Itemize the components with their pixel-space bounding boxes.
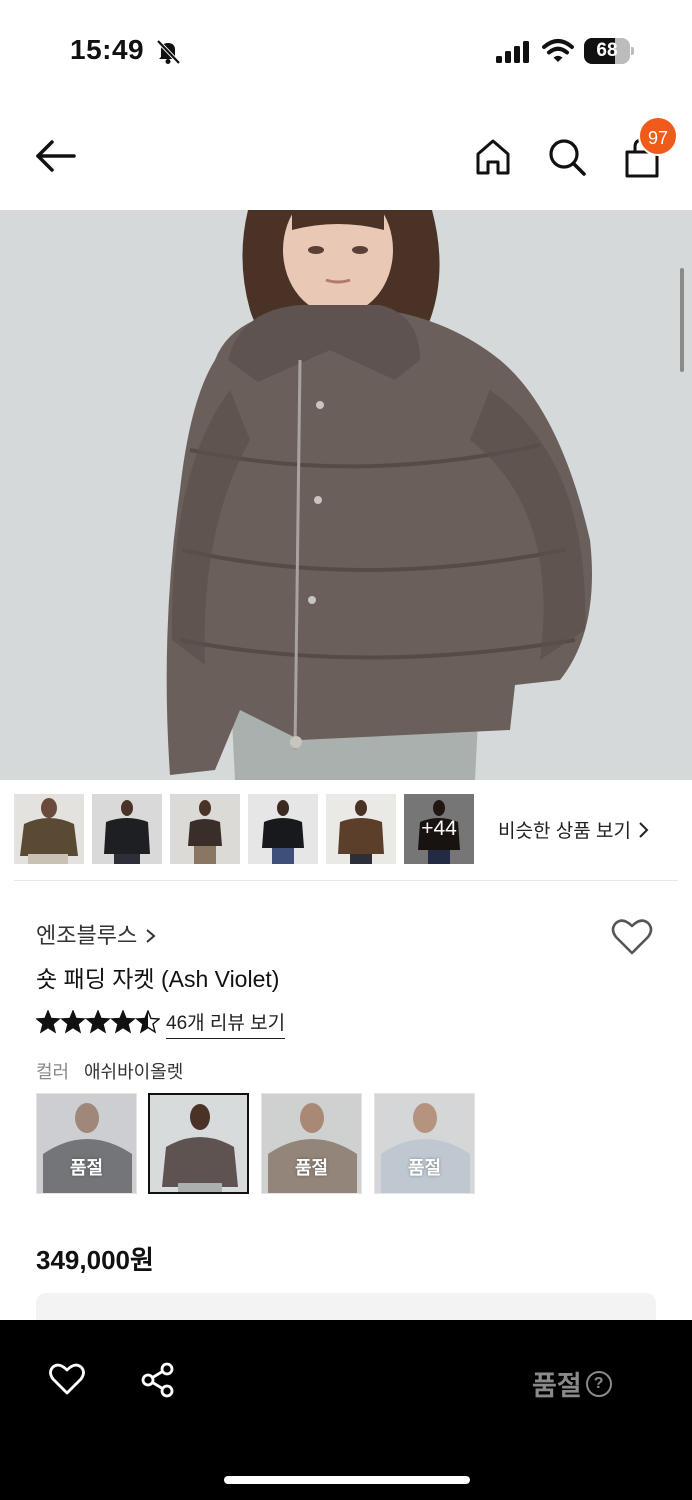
thumbnail-5[interactable] [326,794,396,864]
status-bar: 15:49 68 [0,0,692,100]
soldout-label: 품절 [407,1158,442,1178]
thumbnail-4[interactable] [248,794,318,864]
image-scrollbar[interactable] [680,268,684,372]
home-indicator [224,1476,470,1484]
color-swatch-light-blue[interactable]: 품절 [374,1093,475,1194]
search-icon[interactable] [546,136,588,178]
soldout-label: 품절 [294,1158,329,1178]
bell-slash-icon [156,39,181,65]
battery-icon: 68 [584,38,634,64]
back-arrow-icon[interactable] [30,136,82,176]
status-time: 15:49 [70,34,145,65]
thumbnail-row: +44 비슷한 상품 보기 [14,794,684,866]
heart-outline-icon[interactable] [611,918,653,956]
battery-level: 68 [596,40,618,61]
star-1 [36,1010,60,1033]
chevron-right-icon [639,822,649,838]
star-3 [86,1010,110,1033]
soldout-button-label: 품절 [532,1371,582,1401]
thumbnail-3[interactable] [170,794,240,864]
star-2 [61,1010,85,1033]
similar-products-link[interactable]: 비슷한 상품 보기 [498,816,649,843]
share-icon[interactable] [140,1362,176,1398]
more-images-count[interactable]: +44 [404,794,474,864]
star-4 [111,1010,135,1033]
wifi-icon [542,39,574,62]
bottom-action-bar: 품절? [0,1320,692,1500]
thumbnail-6[interactable]: +44 [404,794,474,864]
similar-products-label: 비슷한 상품 보기 [498,821,631,842]
star-rating [36,1010,160,1033]
product-name: 숏 패딩 자켓 (Ash Violet) [36,966,280,992]
divider [14,880,678,881]
color-swatch-charcoal[interactable]: 품절 [36,1093,137,1194]
color-label: 컬러 [36,1062,70,1082]
thumbnail-1[interactable] [14,794,84,864]
chevron-right-icon [146,929,156,943]
product-main-image[interactable] [0,210,692,780]
product-price: 349,000원 [36,1245,154,1275]
review-link[interactable]: 46개 리뷰 보기 [166,1008,286,1039]
color-swatch-brown[interactable]: 품절 [261,1093,362,1194]
brand-link[interactable]: 엔조블루스 [36,918,156,950]
soldout-label: 품절 [69,1158,104,1178]
signal-icon [496,41,529,63]
heart-icon[interactable] [48,1362,86,1396]
home-icon[interactable] [472,136,514,178]
top-nav: 97 [0,100,692,210]
cart-count-badge: 97 [638,116,678,156]
color-value: 애쉬바이올렛 [84,1062,184,1082]
brand-name: 엔조블루스 [36,923,138,948]
soldout-button[interactable]: 품절? [532,1364,612,1404]
thumbnail-2[interactable] [92,794,162,864]
help-icon[interactable]: ? [585,1370,612,1397]
color-swatch-ash-violet[interactable] [148,1093,249,1194]
product-photo [0,210,692,780]
